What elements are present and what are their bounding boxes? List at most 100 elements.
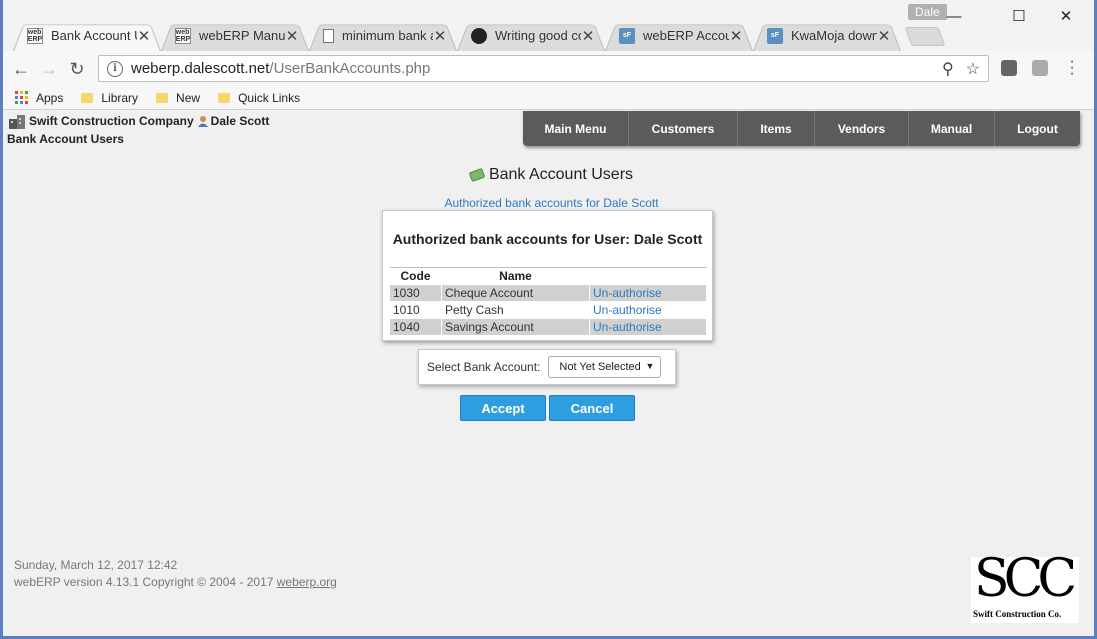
maximize-icon[interactable]: ☐ <box>996 4 1042 28</box>
main-menu-bar: Main Menu Customers Items Vendors Manual… <box>523 111 1080 146</box>
new-tab-button[interactable] <box>904 27 946 46</box>
page-header-title: Bank Account Users <box>7 132 124 146</box>
bookmark-new[interactable]: New <box>156 91 200 105</box>
info-icon[interactable]: i <box>107 60 123 77</box>
sourceforge-icon: sF <box>619 27 635 44</box>
cancel-button[interactable]: Cancel <box>549 395 635 421</box>
close-icon[interactable]: ✕ <box>433 27 447 45</box>
account-name: Cheque Account <box>441 284 590 302</box>
close-icon[interactable]: ✕ <box>877 27 891 45</box>
tab-bank-account-users[interactable]: webERP Bank Account Us ✕ <box>13 20 161 51</box>
back-arrow-icon[interactable]: ← <box>9 57 33 81</box>
folder-icon <box>218 92 231 103</box>
authorized-accounts-card: Authorized bank accounts for User: Dale … <box>382 210 713 341</box>
bookmark-label: Quick Links <box>238 90 301 105</box>
table-row: 1040 Savings Account Un-authorise <box>389 318 707 336</box>
bookmark-library[interactable]: Library <box>81 91 138 105</box>
weberp-favicon-icon: web ERP <box>27 27 43 44</box>
close-icon[interactable]: ✕ <box>729 27 743 45</box>
close-window-icon[interactable]: ✕ <box>1043 4 1089 28</box>
extension-icon[interactable] <box>1001 60 1017 76</box>
page-subtitle: Authorized bank accounts for Dale Scott <box>444 196 659 210</box>
unauthorise-link[interactable]: Un-authorise <box>589 318 707 336</box>
unauthorise-link[interactable]: Un-authorise <box>589 284 707 302</box>
select-account-box: Select Bank Account: Not Yet Selected ▼ <box>418 349 676 385</box>
sourceforge-icon: sF <box>767 27 783 44</box>
table-row: 1030 Cheque Account Un-authorise <box>389 284 707 302</box>
page-title: Bank Account Users <box>3 166 1094 184</box>
weberp-link[interactable]: weberp.org <box>277 575 337 589</box>
account-code: 1010 <box>389 301 442 319</box>
url-host: weberp.dalescott.net <box>131 60 270 77</box>
footer-version: webERP version 4.13.1 Copyright © 2004 -… <box>14 575 337 589</box>
column-header: Name <box>499 269 532 283</box>
select-value: Not Yet Selected <box>559 361 641 373</box>
company-logo: SCC Swift Construction Co. <box>971 549 1079 623</box>
menu-dots-icon[interactable]: · · · <box>1065 54 1079 82</box>
footer-datetime: Sunday, March 12, 2017 12:42 <box>14 558 178 572</box>
dropdown-arrow-icon: ▼ <box>645 361 655 371</box>
bookmark-label: Apps <box>36 90 64 105</box>
close-icon[interactable]: ✕ <box>285 27 299 45</box>
account-name: Savings Account <box>441 318 590 336</box>
close-icon[interactable]: ✕ <box>581 27 595 45</box>
user-name[interactable]: Dale Scott <box>211 114 270 128</box>
tab-title: webERP Account <box>643 28 729 43</box>
tab-minimum-bank[interactable]: minimum bank a ✕ <box>309 20 457 51</box>
bookmark-quick-links[interactable]: Quick Links <box>218 91 300 105</box>
bookmark-apps[interactable]: Apps <box>15 91 63 105</box>
github-icon <box>471 27 487 44</box>
minimize-icon[interactable]: — <box>931 4 977 28</box>
tab-title: Bank Account Us <box>51 28 137 43</box>
tab-kwamoja[interactable]: sF KwaMoja downl ✕ <box>753 20 901 51</box>
bookmark-label: Library <box>101 90 139 105</box>
page-title-text: Bank Account Users <box>488 166 634 183</box>
bookmarks-bar: Apps Library New Quick Links <box>3 86 1094 110</box>
select-label: Select Bank Account: <box>427 360 541 374</box>
column-header <box>590 268 707 285</box>
apps-grid-icon <box>15 91 28 104</box>
menu-logout[interactable]: Logout <box>995 111 1080 146</box>
card-title: Authorized bank accounts for User: Dale … <box>392 231 703 247</box>
reload-icon[interactable]: ↻ <box>65 57 89 81</box>
money-icon <box>468 167 486 182</box>
menu-customers[interactable]: Customers <box>629 111 738 146</box>
page-content: Swift Construction Company Dale Scott Ba… <box>3 111 1094 636</box>
account-code: 1040 <box>389 318 442 336</box>
browser-toolbar: ← → ↻ i weberp.dalescott.net /UserBankAc… <box>3 51 1094 86</box>
menu-items[interactable]: Items <box>738 111 815 146</box>
tab-strip: webERP Bank Account Us ✕ webERP webERP M… <box>3 0 1094 51</box>
tab-title: KwaMoja downl <box>791 28 877 43</box>
company-header: Swift Construction Company Dale Scott <box>8 113 269 129</box>
company-name[interactable]: Swift Construction Company <box>29 114 194 128</box>
zoom-icon[interactable]: ⚲ <box>942 59 954 79</box>
url-path: /UserBankAccounts.php <box>269 60 431 77</box>
accept-button[interactable]: Accept <box>460 395 546 421</box>
menu-main-menu[interactable]: Main Menu <box>523 111 629 146</box>
account-name: Petty Cash <box>441 301 590 319</box>
address-bar[interactable]: i weberp.dalescott.net /UserBankAccounts… <box>98 55 989 82</box>
bank-account-select[interactable]: Not Yet Selected ▼ <box>548 356 662 378</box>
weberp-favicon-icon: web ERP <box>175 27 191 44</box>
building-icon <box>8 113 26 129</box>
tab-weberp-account[interactable]: sF webERP Account ✕ <box>605 20 753 51</box>
logo-text: SCC <box>974 549 1077 609</box>
accounts-table: Code Name 1030 Cheque Account Un-authori… <box>389 267 707 336</box>
column-header: Code <box>400 269 431 283</box>
tab-title: webERP Manual <box>199 28 285 43</box>
version-text: webERP version 4.13.1 Copyright © 2004 -… <box>14 575 274 589</box>
account-code: 1030 <box>389 284 442 302</box>
tab-weberp-manual[interactable]: webERP webERP Manual ✕ <box>161 20 309 51</box>
unauthorise-link[interactable]: Un-authorise <box>589 301 707 319</box>
close-icon[interactable]: ✕ <box>137 27 151 45</box>
menu-vendors[interactable]: Vendors <box>815 111 909 146</box>
tab-writing-good[interactable]: Writing good co ✕ <box>457 20 605 51</box>
logo-subtext: Swift Construction Co. <box>973 609 1062 619</box>
star-icon[interactable]: ☆ <box>966 59 980 79</box>
bookmark-label: New <box>176 90 201 105</box>
menu-manual[interactable]: Manual <box>909 111 995 146</box>
tab-title: minimum bank a <box>342 28 433 43</box>
extension-icon[interactable] <box>1032 60 1048 76</box>
tab-title: Writing good co <box>495 28 581 43</box>
forward-arrow-icon[interactable]: → <box>37 57 61 81</box>
